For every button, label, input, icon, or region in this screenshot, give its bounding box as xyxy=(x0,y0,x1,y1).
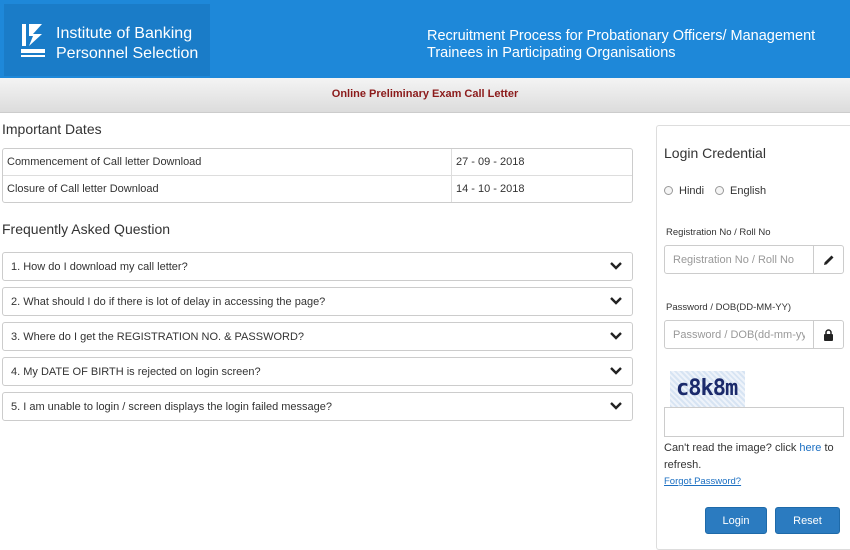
faq-question: 5. I am unable to login / screen display… xyxy=(11,401,333,413)
password-label: Password / DOB(DD-MM-YY) xyxy=(666,302,792,313)
header-title-line2: Trainees in Participating Organisations xyxy=(427,45,676,61)
captcha-refresh-link[interactable]: here xyxy=(799,442,821,454)
org-name-line2: Personnel Selection xyxy=(56,45,199,62)
faq-question: 2. What should I do if there is lot of d… xyxy=(11,296,326,308)
date-label: Closure of Call letter Download xyxy=(7,183,159,195)
faq-question: 4. My DATE OF BIRTH is rejected on login… xyxy=(11,366,261,378)
chevron-down-icon xyxy=(610,402,622,410)
table-row: Commencement of Call letter Download 27 … xyxy=(3,149,632,176)
header-title-line1: Recruitment Process for Probationary Off… xyxy=(427,28,816,44)
hindi-label[interactable]: Hindi xyxy=(679,185,704,197)
chevron-down-icon xyxy=(610,332,622,340)
lock-icon xyxy=(813,321,843,348)
subheader-title: Online Preliminary Exam Call Letter xyxy=(331,88,519,100)
pencil-icon xyxy=(813,246,843,273)
page-header-title: Recruitment Process for Probationary Off… xyxy=(427,28,827,62)
password-input[interactable] xyxy=(665,321,813,348)
important-dates-table: Commencement of Call letter Download 27 … xyxy=(2,148,633,203)
captcha-input[interactable] xyxy=(664,407,844,437)
org-name: Institute of Banking Personnel Selection xyxy=(56,24,198,64)
ibps-logo-icon xyxy=(21,24,45,57)
chevron-down-icon xyxy=(610,297,622,305)
chevron-down-icon xyxy=(610,262,622,270)
ibps-logo: Institute of Banking Personnel Selection xyxy=(4,4,210,76)
faq-item-2[interactable]: 2. What should I do if there is lot of d… xyxy=(2,287,633,316)
faq-question: 3. Where do I get the REGISTRATION NO. &… xyxy=(11,331,305,343)
date-value: 27 - 09 - 2018 xyxy=(451,149,632,176)
faq-item-1[interactable]: 1. How do I download my call letter? xyxy=(2,252,633,281)
captcha-help-prefix: Can't read the image? click xyxy=(664,442,800,454)
header-bar: Institute of Banking Personnel Selection… xyxy=(0,0,850,78)
date-value: 14 - 10 - 2018 xyxy=(451,176,632,202)
forgot-password-link[interactable]: Forgot Password? xyxy=(664,476,741,487)
faq-item-3[interactable]: 3. Where do I get the REGISTRATION NO. &… xyxy=(2,322,633,351)
subheader-bar: Online Preliminary Exam Call Letter xyxy=(0,78,850,113)
registration-label: Registration No / Roll No xyxy=(666,227,771,238)
faq-item-5[interactable]: 5. I am unable to login / screen display… xyxy=(2,392,633,421)
captcha-help-text: Can't read the image? click here to refr… xyxy=(664,440,840,474)
chevron-down-icon xyxy=(610,367,622,375)
hindi-radio[interactable] xyxy=(664,186,673,195)
english-radio[interactable] xyxy=(715,186,724,195)
password-field-group xyxy=(664,320,844,349)
captcha-text: c8k8m xyxy=(676,376,738,401)
org-name-line1: Institute of Banking xyxy=(56,25,193,42)
registration-input[interactable] xyxy=(665,246,813,273)
important-dates-title: Important Dates xyxy=(2,121,102,137)
login-title: Login Credential xyxy=(664,145,766,161)
faq-title: Frequently Asked Question xyxy=(2,221,171,237)
login-button[interactable]: Login xyxy=(705,507,767,534)
date-label: Commencement of Call letter Download xyxy=(3,149,451,176)
registration-field-group xyxy=(664,245,844,274)
reset-button[interactable]: Reset xyxy=(775,507,840,534)
faq-item-4[interactable]: 4. My DATE OF BIRTH is rejected on login… xyxy=(2,357,633,386)
captcha-image: c8k8m xyxy=(670,371,745,407)
english-label[interactable]: English xyxy=(730,185,766,197)
table-row: Closure of Call letter Download 14 - 10 … xyxy=(3,176,632,202)
faq-question: 1. How do I download my call letter? xyxy=(11,261,188,273)
